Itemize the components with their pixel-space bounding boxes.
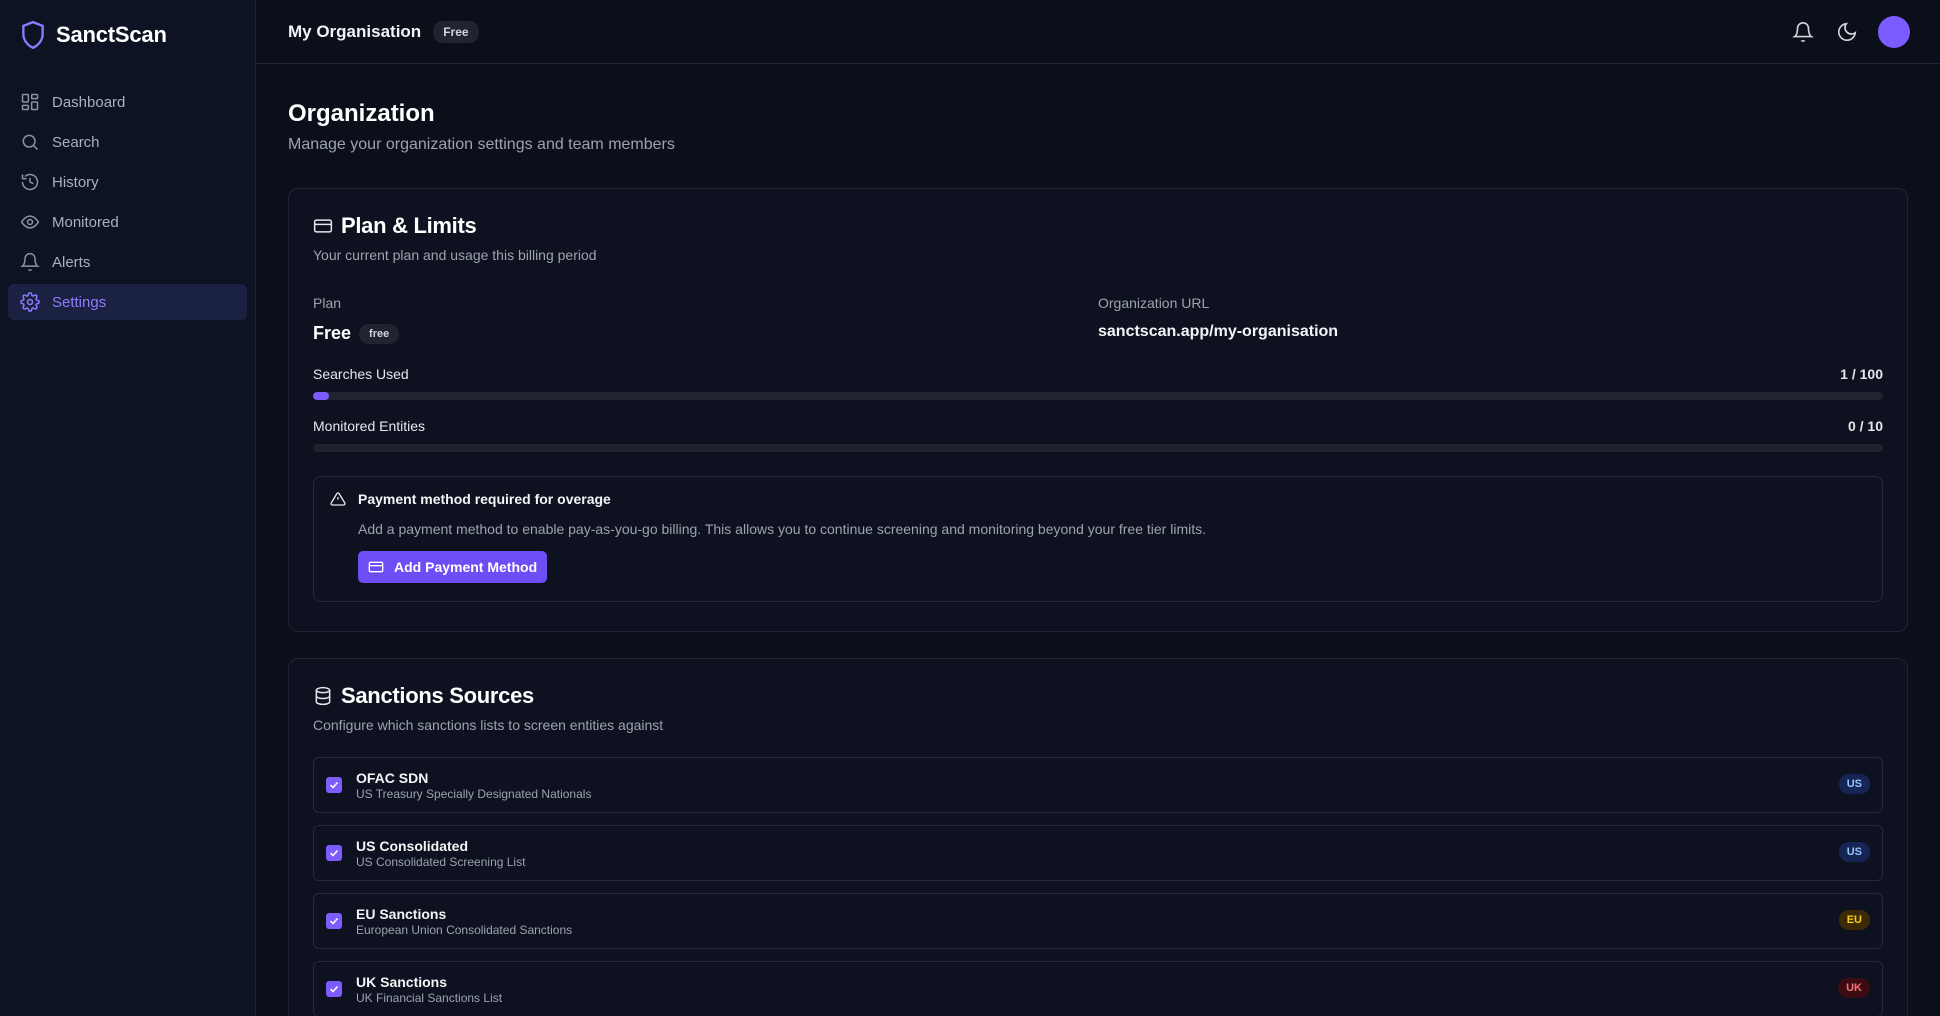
sidebar: SanctScan Dashboard Search History Monit… xyxy=(0,0,256,1016)
alert-text: Add a payment method to enable pay-as-yo… xyxy=(358,521,1206,537)
region-badge: US xyxy=(1838,774,1870,794)
sidebar-item-label: Settings xyxy=(52,293,107,311)
gear-icon xyxy=(20,292,40,312)
warning-icon xyxy=(330,492,346,506)
org-name[interactable]: My Organisation xyxy=(288,22,421,42)
main-content: Organization Manage your organization se… xyxy=(288,64,1908,1016)
payment-alert: Payment method required for overage Add … xyxy=(313,476,1883,602)
sidebar-item-search[interactable]: Search xyxy=(8,124,247,160)
org-url-field: Organization URL sanctscan.app/my-organi… xyxy=(1098,295,1883,344)
button-label: Add Payment Method xyxy=(394,559,538,575)
source-row-eu-sanctions[interactable]: EU Sanctions European Union Consolidated… xyxy=(313,893,1883,949)
page-subtitle: Manage your organization settings and te… xyxy=(288,136,675,153)
plan-field: Plan Free free xyxy=(313,295,1098,344)
source-name: OFAC SDN xyxy=(356,769,429,786)
bell-icon xyxy=(20,252,40,272)
sanctions-sources-card: Sanctions Sources Configure which sancti… xyxy=(288,658,1908,1016)
source-row-ofac-sdn[interactable]: OFAC SDN US Treasury Specially Designate… xyxy=(313,757,1883,813)
source-checkbox[interactable] xyxy=(326,777,342,793)
brand-name: SanctScan xyxy=(56,22,167,47)
source-description: UK Financial Sanctions List xyxy=(356,990,503,1005)
source-name: EU Sanctions xyxy=(356,905,447,922)
sidebar-item-label: History xyxy=(52,173,99,191)
region-badge: UK xyxy=(1838,978,1870,998)
progress-bar xyxy=(313,444,1883,452)
sidebar-item-label: Monitored xyxy=(52,213,119,231)
org-url-value: sanctscan.app/my-organisation xyxy=(1098,323,1339,340)
avatar[interactable] xyxy=(1878,16,1910,48)
sidebar-item-settings[interactable]: Settings xyxy=(8,284,247,320)
source-checkbox[interactable] xyxy=(326,981,342,997)
usage-count: 1 / 100 xyxy=(1840,366,1883,382)
sidebar-item-monitored[interactable]: Monitored xyxy=(8,204,247,240)
credit-card-icon xyxy=(313,219,333,233)
plan-badge: Free xyxy=(433,20,479,43)
usage-monitored: Monitored Entities 0 / 10 xyxy=(313,418,1883,452)
plan-value: Free xyxy=(313,323,352,343)
region-badge: US xyxy=(1838,842,1870,862)
source-description: US Treasury Specially Designated Nationa… xyxy=(356,786,592,801)
check-icon xyxy=(329,985,339,993)
source-row-uk-sanctions[interactable]: UK Sanctions UK Financial Sanctions List… xyxy=(313,961,1883,1016)
history-icon xyxy=(21,173,39,191)
plan-limits-card: Plan & Limits Your current plan and usag… xyxy=(288,188,1908,632)
usage-label: Searches Used xyxy=(313,366,409,382)
plan-label: Plan xyxy=(313,295,342,311)
org-url-label: Organization URL xyxy=(1098,295,1210,311)
check-icon xyxy=(329,849,339,857)
alert-title: Payment method required for overage xyxy=(358,491,611,507)
bell-icon[interactable] xyxy=(1792,21,1814,43)
source-name: UK Sanctions xyxy=(356,973,448,990)
sidebar-item-label: Dashboard xyxy=(52,93,126,111)
sidebar-item-label: Alerts xyxy=(52,253,91,271)
check-icon xyxy=(329,917,339,925)
source-description: European Union Consolidated Sanctions xyxy=(356,922,573,937)
usage-label: Monitored Entities xyxy=(313,418,426,434)
brand[interactable]: SanctScan xyxy=(0,0,255,70)
moon-icon[interactable] xyxy=(1836,21,1858,43)
sidebar-nav: Dashboard Search History Monitored Alert… xyxy=(0,84,255,320)
credit-card-icon xyxy=(368,561,384,573)
card-description: Configure which sanctions lists to scree… xyxy=(313,717,664,733)
header-actions xyxy=(1770,16,1910,48)
source-description: US Consolidated Screening List xyxy=(356,854,526,869)
card-title: Sanctions Sources xyxy=(341,683,534,708)
add-payment-method-button[interactable]: Add Payment Method xyxy=(358,551,548,583)
source-checkbox[interactable] xyxy=(326,913,342,929)
progress-bar xyxy=(313,392,1883,400)
source-row-us-consolidated[interactable]: US Consolidated US Consolidated Screenin… xyxy=(313,825,1883,881)
sidebar-item-dashboard[interactable]: Dashboard xyxy=(8,84,247,120)
search-icon xyxy=(22,134,39,151)
card-description: Your current plan and usage this billing… xyxy=(313,247,597,263)
sources-list: OFAC SDN US Treasury Specially Designate… xyxy=(313,757,1883,1016)
top-bar: My Organisation Free xyxy=(256,0,1940,64)
sidebar-item-history[interactable]: History xyxy=(8,164,247,200)
usage-count: 0 / 10 xyxy=(1847,418,1883,434)
database-icon xyxy=(315,686,331,706)
page-title: Organization xyxy=(288,100,435,127)
progress-fill xyxy=(313,392,329,400)
sidebar-item-label: Search xyxy=(52,133,100,151)
card-title: Plan & Limits xyxy=(341,213,477,238)
region-badge: EU xyxy=(1838,910,1870,930)
plan-tier-badge: free xyxy=(359,323,400,344)
source-name: US Consolidated xyxy=(356,837,469,854)
check-icon xyxy=(329,781,339,789)
shield-logo-icon xyxy=(22,20,44,50)
usage-searches: Searches Used 1 / 100 xyxy=(313,366,1883,400)
eye-icon xyxy=(20,215,40,229)
source-checkbox[interactable] xyxy=(326,845,342,861)
dashboard-icon xyxy=(21,93,39,111)
sidebar-item-alerts[interactable]: Alerts xyxy=(8,244,247,280)
